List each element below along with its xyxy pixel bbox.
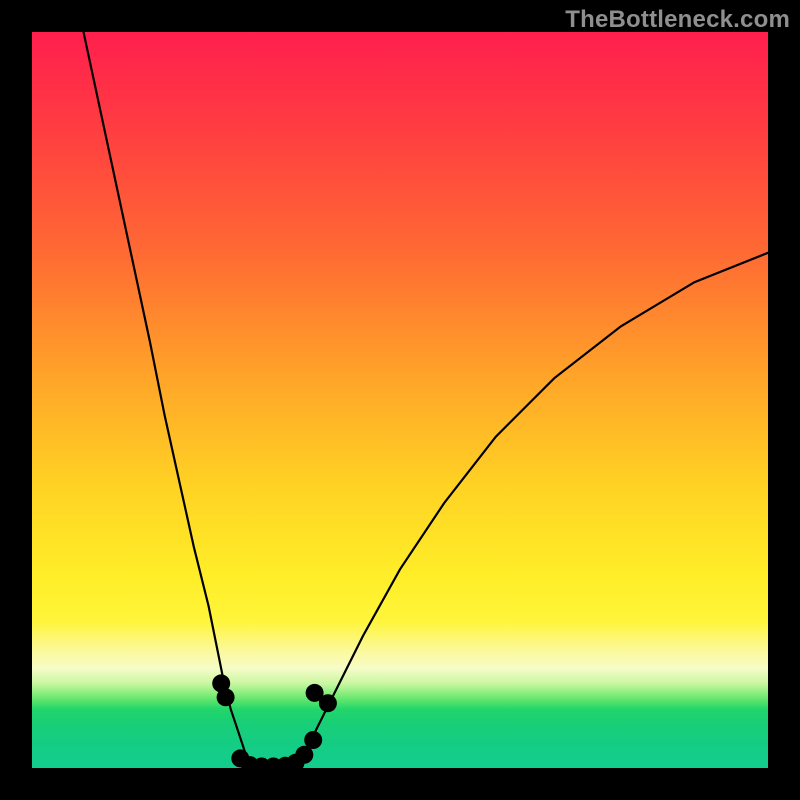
right-curve-path — [297, 253, 768, 768]
data-marker — [319, 694, 337, 712]
data-marker — [304, 731, 322, 749]
plot-area — [32, 32, 768, 768]
data-marker — [217, 688, 235, 706]
bottleneck-curves — [32, 32, 768, 768]
left-curve-path — [84, 32, 253, 768]
chart-frame: TheBottleneck.com — [0, 0, 800, 800]
watermark-text: TheBottleneck.com — [565, 6, 790, 34]
marker-group — [212, 674, 337, 768]
